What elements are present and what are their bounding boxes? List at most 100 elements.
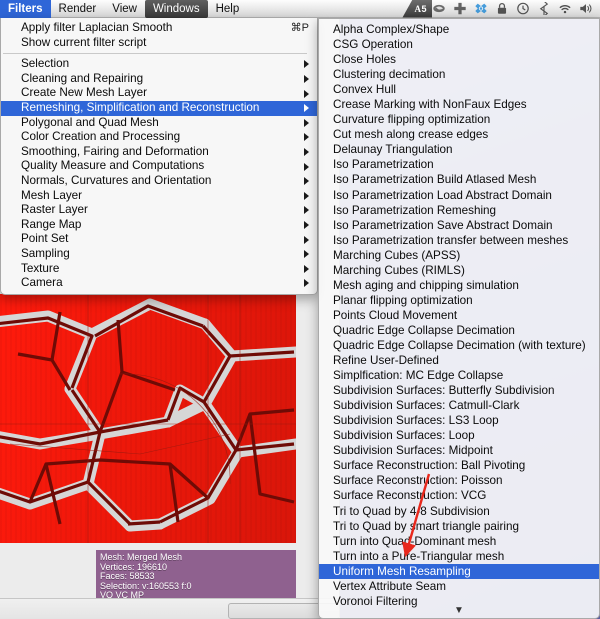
submenu-item-label: Iso Parametrization Build Atlased Mesh: [333, 173, 537, 187]
menubar-app-badge[interactable]: A5: [402, 0, 432, 18]
submenu-item-subdivision-surfaces-loop[interactable]: Subdivision Surfaces: Loop: [319, 428, 599, 443]
wifi-icon[interactable]: [558, 2, 572, 15]
submenu-item-alpha-complex-shape[interactable]: Alpha Complex/Shape: [319, 22, 599, 37]
remeshing-submenu: Alpha Complex/Shape CSG Operation Close Ho…: [318, 18, 600, 619]
submenu-item-iso-parametrization-transfer-between-meshes[interactable]: Iso Parametrization transfer between mes…: [319, 233, 599, 248]
submenu-item-cut-mesh-along-crease-edges[interactable]: Cut mesh along crease edges: [319, 127, 599, 142]
submenu-item-refine-user-defined[interactable]: Refine User-Defined: [319, 353, 599, 368]
filters-category-raster-layer[interactable]: Raster Layer: [1, 203, 317, 218]
submenu-item-label: Turn into Quad-Dominant mesh: [333, 534, 497, 548]
submenu-item-curvature-flipping-optimization[interactable]: Curvature flipping optimization: [319, 112, 599, 127]
menubar-item-help[interactable]: Help: [208, 0, 248, 18]
submenu-scroll-down-arrow[interactable]: ▼: [319, 605, 599, 616]
submenu-item-label: Refine User-Defined: [333, 354, 439, 368]
submenu-item-tri-to-quad-by-smart-triangle-pairing[interactable]: Tri to Quad by smart triangle pairing: [319, 519, 599, 534]
submenu-item-uniform-mesh-resampling[interactable]: Uniform Mesh Resampling: [319, 563, 599, 579]
filters-category-sampling[interactable]: Sampling: [1, 247, 317, 262]
filters-category-quality-measure-and-computations[interactable]: Quality Measure and Computations: [1, 159, 317, 174]
submenu-item-csg-operation[interactable]: CSG Operation: [319, 37, 599, 52]
submenu-item-label: Iso Parametrization Load Abstract Domain: [333, 188, 552, 202]
submenu-item-surface-reconstruction-poisson[interactable]: Surface Reconstruction: Poisson: [319, 473, 599, 488]
submenu-item-iso-parametrization-remeshing[interactable]: Iso Parametrization Remeshing: [319, 203, 599, 218]
filters-item-0[interactable]: Apply filter Laplacian Smooth ⌘P: [1, 21, 317, 36]
menubar-item-render[interactable]: Render: [51, 0, 105, 18]
submenu-item-subdivision-surfaces-catmull-clark[interactable]: Subdivision Surfaces: Catmull-Clark: [319, 398, 599, 413]
submenu-item-label: Quadric Edge Collapse Decimation: [333, 323, 515, 337]
filters-item-1[interactable]: Show current filter script: [1, 36, 317, 51]
submenu-item-subdivision-surfaces-butterfly-subdivision[interactable]: Subdivision Surfaces: Butterfly Subdivis…: [319, 383, 599, 398]
submenu-item-label: Crease Marking with NonFaux Edges: [333, 98, 527, 112]
menubar-item-filters[interactable]: Filters: [0, 0, 51, 18]
submenu-item-quadric-edge-collapse-decimation-with-texture[interactable]: Quadric Edge Collapse Decimation (with t…: [319, 338, 599, 353]
submenu-item-iso-parametrization[interactable]: Iso Parametrization: [319, 157, 599, 172]
filters-category-label: Camera: [21, 276, 63, 290]
swirl-icon[interactable]: [432, 2, 446, 15]
filters-category-color-creation-and-processing[interactable]: Color Creation and Processing: [1, 130, 317, 145]
filters-category-range-map[interactable]: Range Map: [1, 218, 317, 233]
filters-category-texture[interactable]: Texture: [1, 262, 317, 277]
submenu-item-label: Subdivision Surfaces: LS3 Loop: [333, 414, 499, 428]
chevron-right-icon: [304, 148, 309, 157]
menubar-item-view[interactable]: View: [104, 0, 145, 18]
submenu-item-label: Subdivision Surfaces: Catmull-Clark: [333, 399, 520, 413]
submenu-item-tri-to-quad-by-4-8-subdivision[interactable]: Tri to Quad by 4-8 Subdivision: [319, 504, 599, 519]
submenu-item-marching-cubes-apss[interactable]: Marching Cubes (APSS): [319, 248, 599, 263]
keyboard-shortcut: ⌘P: [290, 22, 309, 34]
filters-category-label: Point Set: [21, 232, 69, 246]
chevron-right-icon: [304, 60, 309, 69]
submenu-item-mesh-aging-and-chipping-simulation[interactable]: Mesh aging and chipping simulation: [319, 278, 599, 293]
submenu-item-simplfication-mc-edge-collapse[interactable]: Simplfication: MC Edge Collapse: [319, 368, 599, 383]
submenu-item-vertex-attribute-seam[interactable]: Vertex Attribute Seam: [319, 579, 599, 594]
submenu-item-label: Convex Hull: [333, 83, 397, 97]
filters-category-smoothing-fairing-and-deformation[interactable]: Smoothing, Fairing and Deformation: [1, 145, 317, 160]
filters-category-camera[interactable]: Camera: [1, 276, 317, 291]
filters-category-cleaning-and-repairing[interactable]: Cleaning and Repairing: [1, 72, 317, 87]
submenu-item-iso-parametrization-build-atlased-mesh[interactable]: Iso Parametrization Build Atlased Mesh: [319, 172, 599, 187]
filters-category-mesh-layer[interactable]: Mesh Layer: [1, 189, 317, 204]
submenu-item-label: Surface Reconstruction: Poisson: [333, 474, 503, 488]
mesh-3d-viewport[interactable]: [0, 294, 296, 543]
filters-category-label: Cleaning and Repairing: [21, 71, 144, 85]
submenu-item-planar-flipping-optimization[interactable]: Planar flipping optimization: [319, 293, 599, 308]
filters-category-label: Create New Mesh Layer: [21, 86, 148, 100]
submenu-item-iso-parametrization-save-abstract-domain[interactable]: Iso Parametrization Save Abstract Domain: [319, 218, 599, 233]
submenu-item-turn-into-a-pure-triangular-mesh[interactable]: Turn into a Pure-Triangular mesh: [319, 549, 599, 564]
plus-cross-icon[interactable]: [453, 2, 467, 15]
menubar-item-windows[interactable]: Windows: [144, 0, 208, 18]
submenu-item-close-holes[interactable]: Close Holes: [319, 52, 599, 67]
submenu-item-label: Iso Parametrization Save Abstract Domain: [333, 218, 553, 232]
submenu-item-delaunay-triangulation[interactable]: Delaunay Triangulation: [319, 142, 599, 157]
filters-category-selection[interactable]: Selection: [1, 57, 317, 72]
filters-category-remeshing-simplification-and-reconstruction[interactable]: Remeshing, Simplification and Reconstruc…: [1, 100, 317, 116]
filters-category-create-new-mesh-layer[interactable]: Create New Mesh Layer: [1, 86, 317, 101]
submenu-item-label: Subdivision Surfaces: Midpoint: [333, 444, 493, 458]
mac-menu-bar: Filters Render View Windows Help A5: [0, 0, 600, 18]
lock-icon[interactable]: [495, 2, 509, 15]
chevron-right-icon: [304, 264, 309, 273]
chevron-right-icon: [304, 206, 309, 215]
submenu-item-subdivision-surfaces-ls3-loop[interactable]: Subdivision Surfaces: LS3 Loop: [319, 413, 599, 428]
submenu-item-quadric-edge-collapse-decimation[interactable]: Quadric Edge Collapse Decimation: [319, 323, 599, 338]
dropbox-icon[interactable]: [474, 2, 488, 15]
submenu-item-iso-parametrization-load-abstract-domain[interactable]: Iso Parametrization Load Abstract Domain: [319, 188, 599, 203]
submenu-item-surface-reconstruction-ball-pivoting[interactable]: Surface Reconstruction: Ball Pivoting: [319, 458, 599, 473]
submenu-item-turn-into-quad-dominant-mesh[interactable]: Turn into Quad-Dominant mesh: [319, 534, 599, 549]
filters-category-point-set[interactable]: Point Set: [1, 232, 317, 247]
submenu-item-marching-cubes-rimls[interactable]: Marching Cubes (RIMLS): [319, 263, 599, 278]
filters-category-polygonal-and-quad-mesh[interactable]: Polygonal and Quad Mesh: [1, 116, 317, 131]
clock-icon[interactable]: [516, 2, 530, 15]
submenu-item-crease-marking-with-nonfaux-edges[interactable]: Crease Marking with NonFaux Edges: [319, 97, 599, 112]
submenu-item-points-cloud-movement[interactable]: Points Cloud Movement: [319, 308, 599, 323]
volume-icon[interactable]: [579, 2, 593, 15]
submenu-item-surface-reconstruction-vcg[interactable]: Surface Reconstruction: VCG: [319, 488, 599, 503]
filters-category-normals-curvatures-and-orientation[interactable]: Normals, Curvatures and Orientation: [1, 174, 317, 189]
chevron-right-icon: [304, 118, 309, 127]
bluetooth-icon[interactable]: [537, 2, 551, 15]
chevron-right-icon: [304, 133, 309, 142]
filters-category-label: Texture: [21, 261, 60, 275]
submenu-item-clustering-decimation[interactable]: Clustering decimation: [319, 67, 599, 82]
submenu-item-subdivision-surfaces-midpoint[interactable]: Subdivision Surfaces: Midpoint: [319, 443, 599, 458]
submenu-item-convex-hull[interactable]: Convex Hull: [319, 82, 599, 97]
chevron-right-icon: [304, 75, 309, 84]
chevron-right-icon: [304, 89, 309, 98]
